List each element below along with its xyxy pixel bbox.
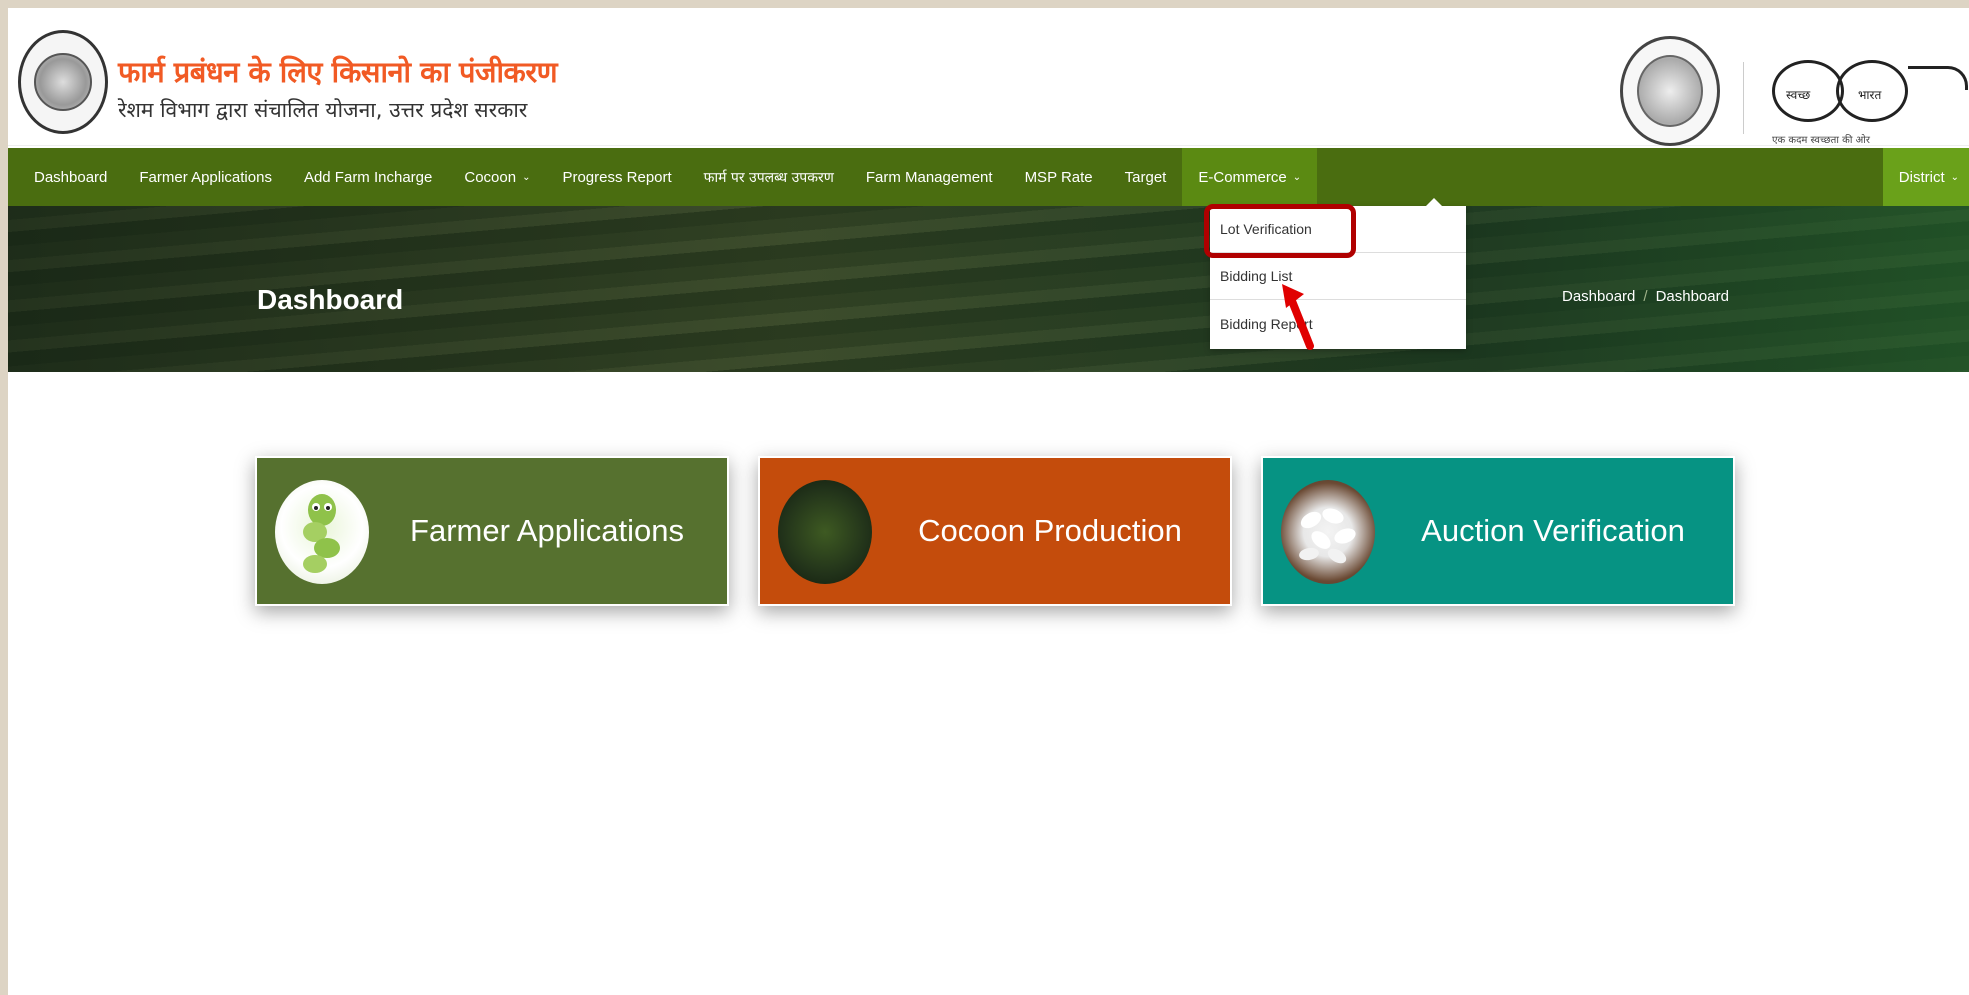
nav-cocoon-label: Cocoon	[464, 168, 517, 186]
chevron-down-icon: ⌄	[1950, 171, 1959, 183]
nav-progress-report[interactable]: Progress Report	[546, 148, 687, 206]
cocoon-icon	[778, 480, 872, 584]
nav-add-farm-incharge[interactable]: Add Farm Incharge	[288, 148, 448, 206]
nav-target[interactable]: Target	[1109, 148, 1183, 206]
annotation-highlight-box	[1204, 204, 1356, 258]
nav-farm-equipment-label: फार्म पर उपलब्ध उपकरण	[703, 169, 834, 186]
header-divider	[1743, 62, 1744, 134]
nav-district[interactable]: District ⌄	[1882, 148, 1969, 206]
nav-farm-management-label: Farm Management	[865, 168, 993, 186]
resham-vibhag-logo	[18, 30, 108, 134]
nav-farm-equipment[interactable]: फार्म पर उपलब्ध उपकरण	[688, 148, 850, 206]
nav-progress-report-label: Progress Report	[562, 168, 672, 186]
nav-district-label: District	[1898, 168, 1945, 186]
nav-add-farm-incharge-label: Add Farm Incharge	[303, 168, 433, 186]
breadcrumb-home[interactable]: Dashboard	[1562, 288, 1635, 305]
site-subtitle: रेशम विभाग द्वारा संचालित योजना, उत्तर प…	[118, 98, 528, 122]
site-title: फार्म प्रबंधन के लिए किसानो का पंजीकरण	[118, 55, 558, 89]
nav-e-commerce-label: E-Commerce	[1198, 168, 1287, 186]
nav-farm-management[interactable]: Farm Management	[850, 148, 1009, 206]
swachh-word: स्वच्छ	[1786, 88, 1811, 102]
site-header: फार्म प्रबंधन के लिए किसानो का पंजीकरण र…	[8, 18, 1969, 146]
card-label: Farmer Applications	[410, 513, 684, 548]
swachh-bharat-logo: स्वच्छ भारत एक कदम स्वच्छता की ओर	[1764, 48, 1969, 148]
card-farmer-applications[interactable]: Farmer Applications	[255, 456, 729, 606]
card-auction-verification[interactable]: Auction Verification	[1261, 456, 1735, 606]
app-window: फार्म प्रबंधन के लिए किसानो का पंजीकरण र…	[8, 8, 1969, 995]
nav-msp-rate[interactable]: MSP Rate	[1009, 148, 1109, 206]
bharat-word: भारत	[1858, 88, 1882, 102]
chevron-down-icon: ⌄	[1292, 171, 1302, 183]
annotation-arrow-icon	[1282, 284, 1314, 350]
swachh-tagline: एक कदम स्वच्छता की ओर	[1772, 135, 1870, 146]
dropdown-item-bidding-list[interactable]: Bidding List	[1210, 253, 1466, 300]
breadcrumb: Dashboard / Dashboard	[1562, 288, 1729, 305]
card-label: Cocoon Production	[918, 513, 1182, 548]
page-title: Dashboard	[257, 284, 404, 315]
up-government-emblem	[1620, 36, 1720, 146]
breadcrumb-separator: /	[1643, 288, 1648, 305]
chevron-down-icon: ⌄	[522, 171, 531, 183]
page-banner: Dashboard Dashboard / Dashboard	[8, 206, 1969, 372]
nav-farmer-applications[interactable]: Farmer Applications	[123, 148, 288, 206]
nav-dashboard-label: Dashboard	[34, 168, 108, 186]
main-navbar: Dashboard Farmer Applications Add Farm I…	[8, 148, 1969, 206]
nav-farmer-applications-label: Farmer Applications	[139, 168, 272, 186]
card-label: Auction Verification	[1421, 513, 1685, 548]
card-cocoon-production[interactable]: Cocoon Production	[758, 456, 1232, 606]
nav-e-commerce[interactable]: E-Commerce ⌄	[1182, 148, 1318, 206]
nav-dashboard[interactable]: Dashboard	[8, 148, 123, 206]
nav-target-label: Target	[1124, 168, 1167, 186]
dropdown-pointer	[1426, 198, 1442, 206]
caterpillar-icon	[275, 480, 369, 584]
nav-msp-rate-label: MSP Rate	[1024, 168, 1093, 186]
nav-cocoon[interactable]: Cocoon ⌄	[448, 148, 546, 206]
dropdown-item-bidding-report[interactable]: Bidding Report	[1210, 300, 1466, 347]
breadcrumb-current: Dashboard	[1655, 288, 1729, 305]
silk-cocoons-icon	[1281, 480, 1375, 584]
